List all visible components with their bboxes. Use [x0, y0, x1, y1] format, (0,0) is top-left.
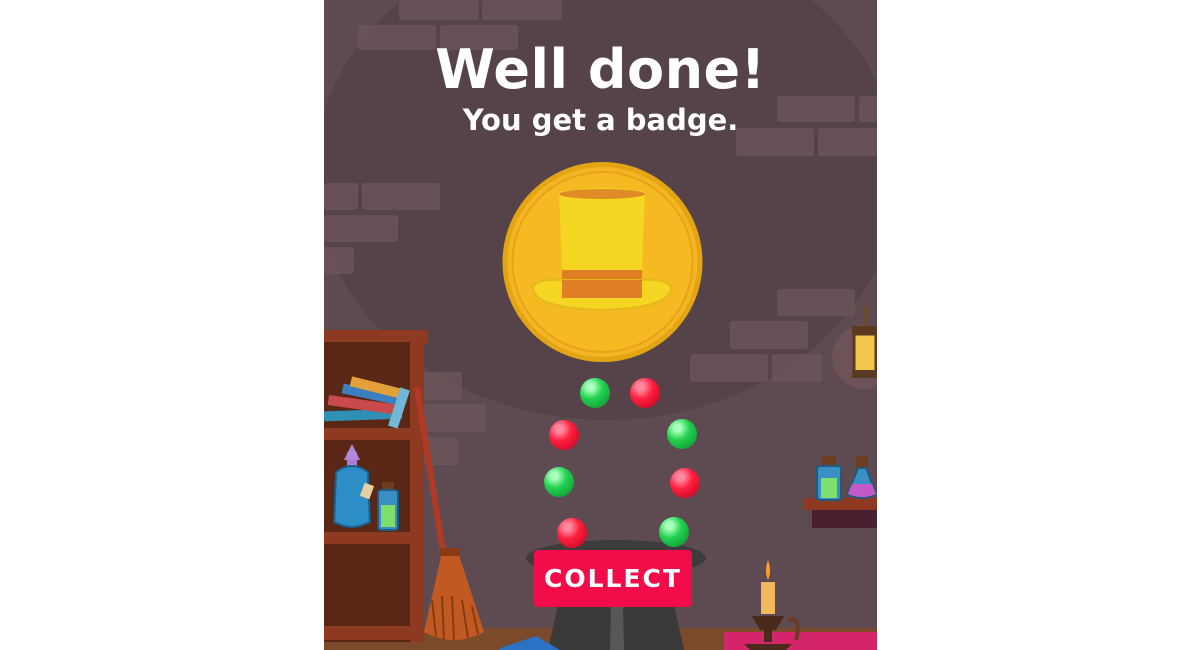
- green-potion-icon: [377, 482, 399, 531]
- green-orb: [544, 467, 574, 497]
- collect-button[interactable]: COLLECT: [534, 550, 692, 607]
- red-orb: [549, 420, 579, 450]
- green-orb: [580, 378, 610, 408]
- red-orb: [670, 468, 700, 498]
- bookshelf: [324, 330, 428, 642]
- game-scene: Well done! You get a badge. COLLECT: [324, 0, 877, 650]
- green-orb: [659, 517, 689, 547]
- broom-icon: [413, 386, 484, 641]
- top-hat-badge: [502, 162, 703, 362]
- wall-shelf: [804, 456, 877, 528]
- lantern-icon: [832, 306, 877, 389]
- green-orb: [667, 419, 697, 449]
- red-orb: [630, 378, 660, 408]
- headline: Well done!: [435, 38, 766, 101]
- red-orb: [557, 518, 587, 548]
- subline: You get a badge.: [462, 103, 739, 137]
